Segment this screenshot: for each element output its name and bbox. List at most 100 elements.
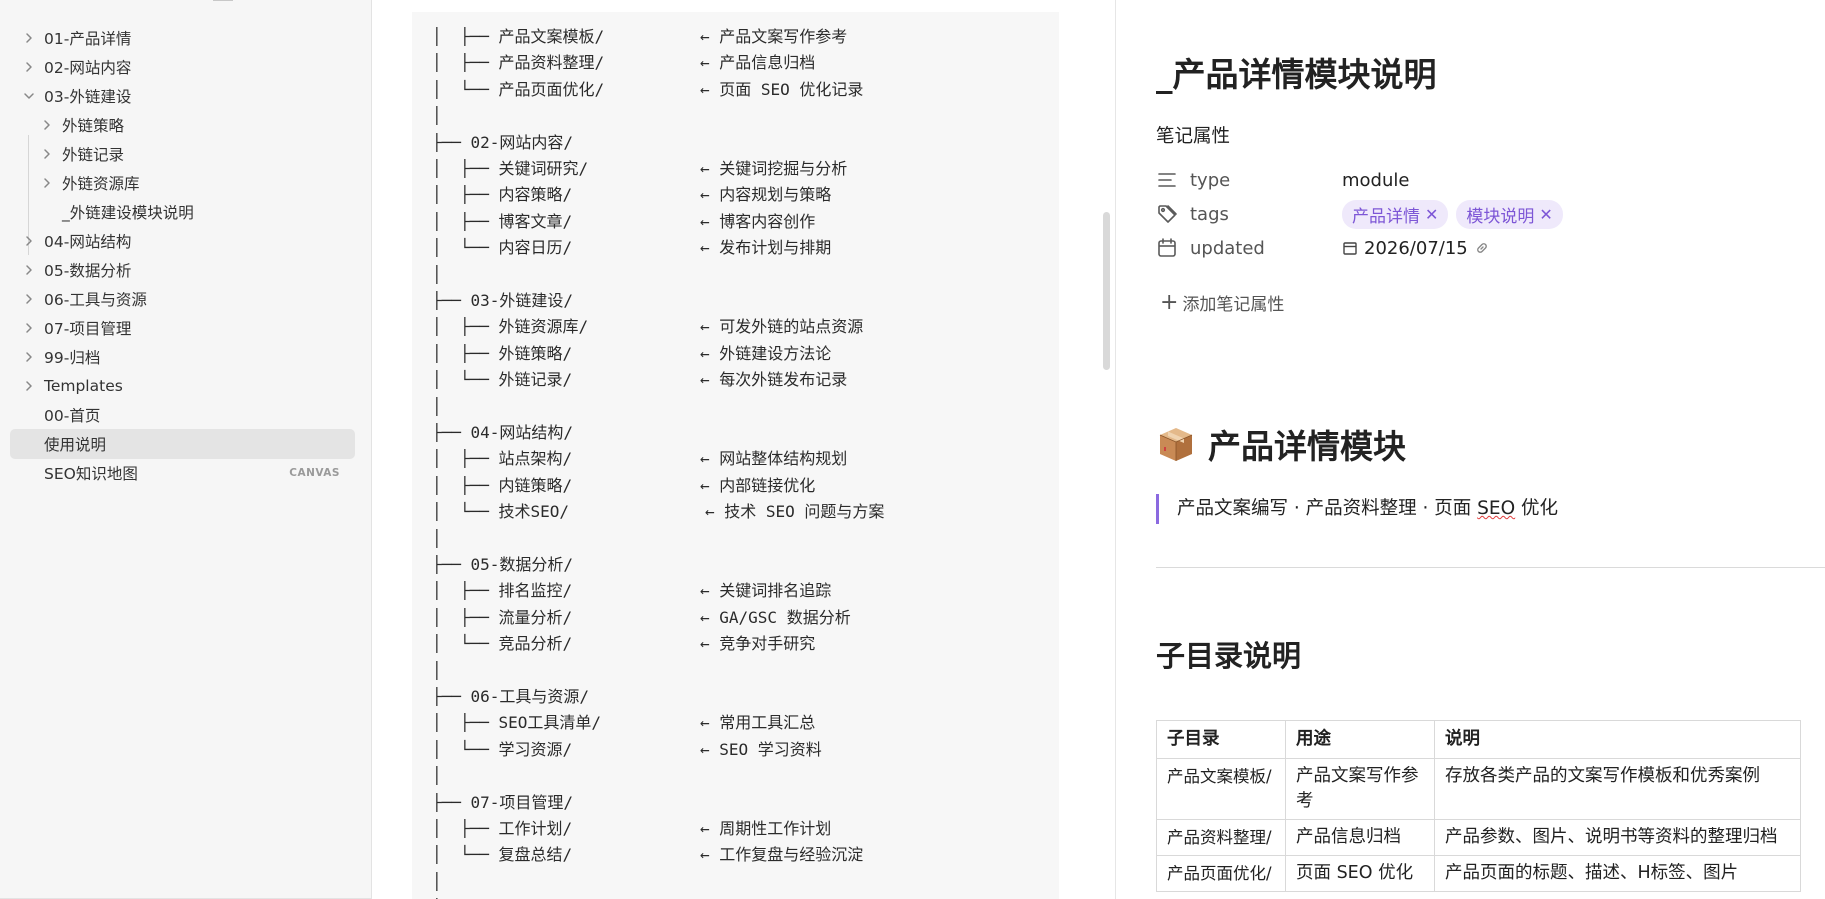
properties-heading[interactable]: 笔记属性	[1156, 122, 1230, 148]
chevron-right-icon[interactable]	[22, 379, 36, 393]
chevron-down-icon[interactable]	[22, 89, 36, 103]
code-line: │ ├── 排名监控/ ← 关键词排名追踪	[412, 579, 1052, 603]
package-box-icon	[1156, 424, 1196, 464]
subdirectory-table[interactable]: 子目录 用途 说明 产品文案模板/ 产品文案写作参考 存放各类产品的文案写作模板…	[1156, 720, 1801, 892]
quote-text-start: 产品文案编写 · 产品资料整理 · 页面	[1177, 498, 1478, 519]
type-value[interactable]: module	[1342, 170, 1409, 191]
code-tree-text: └── 竞品分析/	[460, 634, 573, 654]
add-property-label: 添加笔记属性	[1182, 295, 1285, 315]
sidebar-item[interactable]: 99-归档	[10, 342, 355, 372]
property-row-updated[interactable]: updated 2026/07/15	[1156, 231, 1796, 265]
sidebar-item[interactable]: SEO知识地图 CANVAS	[10, 458, 355, 488]
sidebar-item[interactable]: 外链记录	[10, 139, 355, 169]
table-cell[interactable]: 存放各类产品的文案写作模板和优秀案例	[1434, 758, 1801, 820]
chevron-right-icon[interactable]	[22, 292, 36, 306]
table-cell[interactable]: 产品参数、图片、说明书等资料的整理归档	[1434, 819, 1801, 856]
sidebar-item[interactable]: 06-工具与资源	[10, 284, 355, 314]
code-tree-text: ├── 博客文章/	[460, 211, 573, 231]
sidebar-item[interactable]: 02-网站内容	[10, 52, 355, 82]
code-tree-pipe: │	[432, 607, 442, 627]
code-comment-text: ← 竞争对手研究	[700, 634, 816, 654]
chevron-right-icon[interactable]	[40, 147, 54, 161]
code-line: │ ├── 关键词研究/ ← 关键词挖掘与分析	[412, 157, 1052, 181]
code-line: │	[412, 764, 1052, 788]
sidebar-item-label: 外链资源库	[62, 175, 140, 193]
tag-label[interactable]: 模块说明	[1466, 202, 1534, 227]
date-picker-icon[interactable]	[1342, 240, 1358, 256]
tag-pill[interactable]: 产品详情 ✕	[1342, 199, 1449, 229]
property-row-tags[interactable]: tags 产品详情 ✕ 模块说明 ✕	[1156, 197, 1796, 231]
code-tree-pipe: │	[432, 819, 442, 838]
heading-product-module[interactable]: 产品详情模块	[1156, 420, 1406, 468]
sidebar-item-label: Templates	[44, 377, 123, 395]
vertical-scrollbar[interactable]	[1103, 212, 1110, 370]
code-tree-pipe: │	[432, 871, 442, 891]
sidebar-item[interactable]: Templates	[10, 371, 355, 401]
code-tree-text: └── 产品页面优化/	[460, 79, 605, 99]
table-cell[interactable]: 产品页面优化/	[1156, 855, 1286, 892]
table-row: 产品页面优化/ 页面 SEO 优化 产品页面的标题、描述、H标签、图片	[1156, 855, 1801, 892]
sidebar-item[interactable]: 07-项目管理	[10, 313, 355, 343]
remove-tag-icon[interactable]: ✕	[1425, 205, 1438, 224]
property-value-tags[interactable]: 产品详情 ✕ 模块说明 ✕	[1342, 199, 1571, 229]
code-comment-text: ← GA/GSC 数据分析	[700, 607, 851, 627]
chevron-right-icon[interactable]	[22, 31, 36, 45]
sidebar-item[interactable]: 外链策略	[10, 110, 355, 140]
sidebar-item[interactable]: 01-产品详情	[10, 23, 355, 53]
sidebar-item[interactable]: _外链建设模块说明	[10, 197, 355, 227]
property-row-type[interactable]: type module	[1156, 163, 1796, 197]
chevron-right-icon[interactable]	[22, 263, 36, 277]
chevron-right-icon[interactable]	[22, 350, 36, 364]
link-icon[interactable]	[1474, 240, 1490, 256]
property-key-tags: tags	[1190, 203, 1229, 225]
sidebar-item[interactable]: 使用说明	[10, 429, 355, 459]
chevron-right-icon[interactable]	[40, 118, 54, 132]
code-line: │ └── 竞品分析/ ← 竞争对手研究	[412, 632, 1052, 656]
code-line: │	[412, 870, 1052, 894]
tag-pill[interactable]: 模块说明 ✕	[1456, 199, 1563, 229]
property-value-type[interactable]: module	[1342, 170, 1409, 191]
horizontal-rule	[1156, 567, 1825, 568]
table-cell[interactable]: 页面 SEO 优化	[1285, 855, 1435, 892]
sidebar-item[interactable]: 04-网站结构	[10, 226, 355, 256]
updated-date-value[interactable]: 2026/07/15	[1364, 238, 1468, 259]
code-tree-text: ├── 内容策略/	[460, 185, 573, 205]
chevron-right-icon[interactable]	[22, 321, 36, 335]
code-line: ├── 05-数据分析/	[412, 553, 1052, 577]
add-property-button[interactable]: + 添加笔记属性	[1160, 290, 1284, 315]
sidebar-item[interactable]: 00-首页	[10, 400, 355, 430]
editor-pane-right: _产品详情模块说明 笔记属性 type module tags 产品详情 ✕ 模…	[1116, 0, 1825, 899]
chevron-right-icon[interactable]	[40, 176, 54, 190]
table-cell[interactable]: 产品文案模板/	[1156, 758, 1286, 820]
table-cell[interactable]: 产品文案写作参考	[1285, 758, 1435, 820]
note-title[interactable]: _产品详情模块说明	[1156, 48, 1437, 96]
table-header-cell[interactable]: 说明	[1434, 720, 1801, 759]
sidebar-item[interactable]: 03-外链建设	[10, 81, 355, 111]
sidebar-item[interactable]: 外链资源库	[10, 168, 355, 198]
remove-tag-icon[interactable]: ✕	[1539, 205, 1552, 224]
code-comment-text: ← 产品文案写作参考	[700, 27, 848, 46]
heading-subdirectories[interactable]: 子目录说明	[1156, 633, 1301, 675]
code-line: │ ├── SEO工具清单/ ← 常用工具汇总	[412, 711, 1052, 735]
code-line: │ ├── 外链策略/ ← 外链建设方法论	[412, 342, 1052, 366]
code-tree-pipe: │	[432, 634, 442, 654]
chevron-right-icon[interactable]	[22, 60, 36, 74]
quote-text-misspelled: SEO	[1477, 498, 1516, 519]
table-cell[interactable]: 产品信息归档	[1285, 819, 1435, 856]
table-header-cell[interactable]: 用途	[1285, 720, 1435, 759]
code-tree-pipe: │	[432, 264, 442, 284]
table-cell[interactable]: 产品资料整理/	[1156, 819, 1286, 856]
chevron-right-icon[interactable]	[22, 234, 36, 248]
property-value-updated[interactable]: 2026/07/15	[1342, 238, 1490, 259]
code-tree-text: └── 内容日历/	[460, 238, 573, 258]
code-comment-text: ← 页面 SEO 优化记录	[700, 79, 864, 99]
sidebar-item[interactable]: 05-数据分析	[10, 255, 355, 285]
code-comment-text: ← 工作复盘与经验沉淀	[700, 845, 864, 865]
code-tree-pipe: │	[432, 211, 442, 231]
table-cell[interactable]: 产品页面的标题、描述、H标签、图片	[1434, 855, 1801, 892]
code-tree-text: ├── 02-网站内容/	[432, 132, 574, 152]
tag-label[interactable]: 产品详情	[1352, 202, 1420, 227]
directory-code-block: │ ├── 产品文案模板/ ← 产品文案写作参考 │ ├── 产品资料整理/ ← 产品信息…	[412, 12, 1059, 899]
table-header-cell[interactable]: 子目录	[1156, 720, 1286, 759]
blockquote[interactable]: 产品文案编写 · 产品资料整理 · 页面 SEO 优化	[1156, 494, 1558, 524]
